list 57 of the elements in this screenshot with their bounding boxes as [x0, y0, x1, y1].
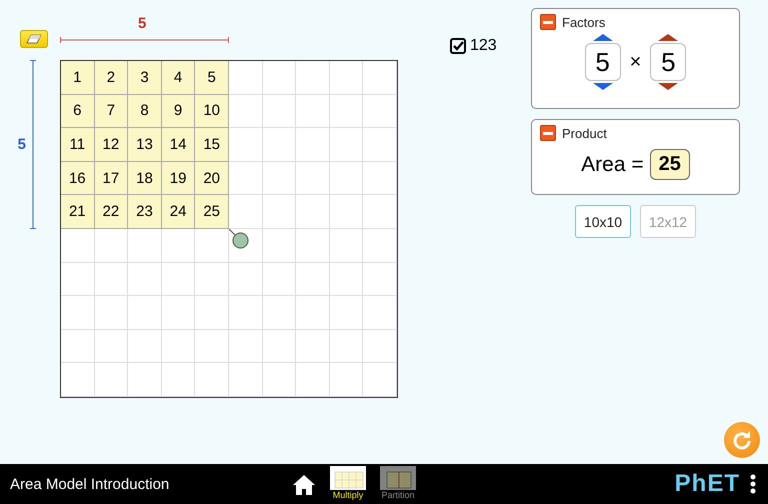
cell-number: 2 [106, 68, 116, 86]
cell-number: 17 [102, 170, 120, 187]
panel-title: Product [562, 126, 607, 140]
cell-number: 4 [174, 68, 182, 86]
cell-number: 16 [68, 170, 86, 187]
area-value: 25 [650, 149, 690, 180]
cell-number: 9 [174, 102, 182, 120]
collapse-button[interactable] [540, 14, 556, 30]
cell-number: 20 [203, 170, 220, 187]
up-arrow-icon[interactable] [592, 34, 613, 41]
cell-number: 8 [140, 102, 149, 120]
width-label: 5 [138, 15, 146, 32]
cell-number: 19 [170, 170, 186, 187]
area-label: Area = [581, 152, 644, 176]
checkbox-icon [450, 38, 466, 54]
screen-tab[interactable]: Partition [380, 464, 416, 500]
eraser-button[interactable] [20, 30, 48, 48]
collapse-button[interactable] [540, 125, 556, 141]
up-arrow-icon[interactable] [658, 34, 678, 41]
resize-handle[interactable] [229, 229, 249, 249]
cell-number: 5 [208, 68, 216, 86]
height-label: 5 [18, 136, 26, 153]
cell-number: 15 [203, 136, 220, 153]
grid-thumbnail-icon [330, 466, 366, 490]
cell-number: 1 [73, 68, 82, 86]
cell-number: 24 [170, 203, 186, 220]
cell-number: 21 [68, 203, 86, 220]
cell-number: 25 [203, 203, 220, 220]
down-arrow-icon[interactable] [658, 83, 678, 90]
home-icon[interactable] [292, 474, 316, 496]
reset-icon [732, 430, 752, 450]
panel-title: Factors [562, 14, 606, 30]
sim-title: Area Model Introduction [10, 476, 170, 492]
times-sign: × [630, 50, 642, 74]
cell-number: 12 [102, 136, 120, 153]
factor-field[interactable]: 5 [584, 43, 621, 81]
cell-number: 7 [106, 102, 116, 120]
cell-number: 22 [102, 203, 120, 220]
factor-field[interactable]: 5 [650, 43, 686, 81]
cell-number: 11 [70, 136, 86, 153]
minus-icon [543, 20, 553, 24]
grid-size-button[interactable]: 10x10 [575, 205, 631, 238]
cell-number: 6 [73, 102, 82, 120]
down-arrow-icon[interactable] [592, 83, 613, 90]
menu-icon[interactable] [750, 474, 756, 494]
cell-number: 3 [140, 68, 149, 86]
cell-number: 10 [203, 102, 220, 120]
minus-icon [543, 132, 553, 134]
phet-logo[interactable]: PhET [674, 470, 740, 498]
screen-tab[interactable]: Multiply [330, 464, 366, 500]
cell-number: 23 [136, 203, 153, 220]
cell-number: 13 [136, 136, 153, 153]
partition-thumbnail-icon [380, 466, 416, 490]
numbers-checkbox[interactable]: 123 [450, 37, 528, 55]
cell-number: 14 [170, 136, 186, 153]
cell-number: 18 [136, 170, 153, 187]
eraser-icon [26, 34, 42, 44]
